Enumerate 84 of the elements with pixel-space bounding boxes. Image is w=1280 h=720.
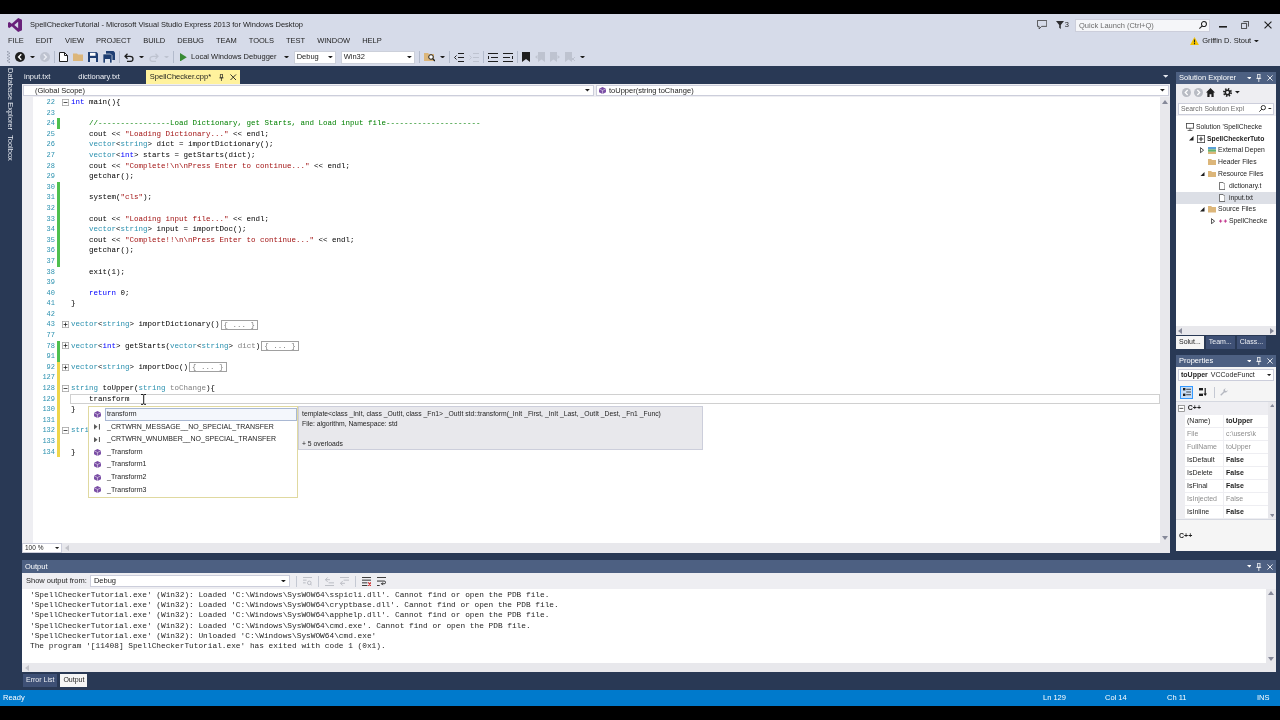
caret-icon[interactable] [1268, 107, 1272, 110]
expand-icon[interactable] [62, 363, 69, 371]
wrap-arrow-icon[interactable] [376, 576, 386, 586]
warning-icon [1190, 36, 1200, 46]
caret-icon [406, 55, 412, 59]
scroll-left-icon[interactable] [1178, 327, 1182, 334]
text-lines-icon[interactable] [502, 52, 513, 62]
monitor-icon [1186, 122, 1194, 131]
save-all-icon[interactable] [103, 51, 116, 63]
caret-icon [281, 579, 286, 583]
expand-icon[interactable] [62, 321, 69, 329]
close-icon[interactable] [230, 73, 237, 81]
caret-icon[interactable] [439, 55, 445, 59]
outdent-icon[interactable] [453, 52, 464, 62]
save-icon[interactable] [88, 52, 99, 62]
cube-icon [94, 486, 101, 494]
caret-icon[interactable] [139, 55, 145, 59]
scroll-up-icon[interactable] [1268, 591, 1274, 595]
collapse-icon[interactable] [1178, 405, 1185, 412]
caret-icon [1254, 39, 1259, 43]
folder-search-icon[interactable] [423, 52, 435, 62]
caret-icon [1160, 89, 1165, 92]
caret-icon[interactable] [579, 55, 585, 59]
bookmark-icon[interactable] [521, 52, 530, 62]
caret-icon [327, 55, 333, 59]
undo-icon[interactable] [124, 52, 135, 62]
caret-icon[interactable] [30, 55, 36, 59]
sort-icon [1198, 388, 1207, 396]
filter-icon [1055, 21, 1064, 29]
caret-icon [54, 546, 59, 550]
collapse-icon[interactable] [62, 427, 69, 435]
text-cursor-icon [141, 394, 147, 405]
search-icon[interactable] [1199, 21, 1207, 29]
minimize-icon[interactable] [1219, 26, 1227, 28]
pin-icon[interactable] [219, 73, 224, 81]
grip-icon [7, 51, 10, 63]
arrow-bar-icon [94, 424, 101, 430]
text-lines-icon[interactable] [487, 52, 498, 62]
caret-icon[interactable] [1162, 75, 1168, 78]
new-file-icon[interactable] [59, 52, 69, 62]
scroll-up-icon[interactable] [1269, 404, 1275, 408]
collapsed-arrow-icon[interactable] [1211, 218, 1215, 225]
expanded-arrow-icon[interactable] [1189, 136, 1194, 141]
caret-icon [1266, 373, 1271, 377]
list-icon [1182, 388, 1191, 396]
scroll-up-icon[interactable] [1162, 100, 1168, 104]
expanded-arrow-icon[interactable] [1200, 207, 1205, 212]
categorized-button[interactable] [1180, 385, 1193, 399]
scroll-right-icon[interactable] [1270, 327, 1274, 334]
gear-icon[interactable] [1223, 88, 1232, 97]
lines-cross-icon[interactable] [361, 576, 371, 586]
caret-icon[interactable] [1235, 91, 1240, 94]
logo-icon [8, 18, 22, 32]
collapse-icon[interactable] [62, 384, 69, 392]
scroll-down-icon[interactable] [1268, 657, 1274, 661]
cube-icon [94, 473, 101, 481]
restore-icon[interactable] [1241, 21, 1249, 29]
home-icon[interactable] [1206, 88, 1215, 97]
caret-icon[interactable] [1246, 76, 1252, 80]
back-icon[interactable] [15, 52, 25, 62]
cube-icon [599, 87, 606, 94]
caret-icon[interactable] [1246, 565, 1252, 568]
arrow-bar-icon [94, 436, 101, 443]
folder-icon [1208, 206, 1216, 213]
play-icon [180, 52, 188, 62]
close-icon[interactable] [1264, 21, 1272, 29]
cube-icon [94, 410, 101, 418]
speech-bubble-icon[interactable] [1036, 20, 1047, 30]
box-plus-icon [1197, 134, 1205, 143]
cube-icon [94, 448, 101, 456]
caret-icon[interactable] [1246, 359, 1252, 363]
expand-icon[interactable] [62, 342, 69, 350]
search-icon[interactable] [1259, 105, 1267, 112]
scroll-down-icon[interactable] [1162, 536, 1168, 540]
collapse-icon[interactable] [62, 98, 69, 106]
alphabetical-button[interactable] [1196, 385, 1209, 399]
stacked-blocks-icon [1208, 146, 1216, 155]
caret-icon [585, 89, 590, 92]
plus-plus-icon [1219, 219, 1227, 224]
caret-icon[interactable] [283, 55, 289, 59]
collapsed-arrow-icon[interactable] [1200, 147, 1204, 154]
expanded-arrow-icon[interactable] [1200, 171, 1205, 177]
cube-icon [94, 461, 101, 469]
scroll-down-icon[interactable] [1269, 513, 1275, 517]
